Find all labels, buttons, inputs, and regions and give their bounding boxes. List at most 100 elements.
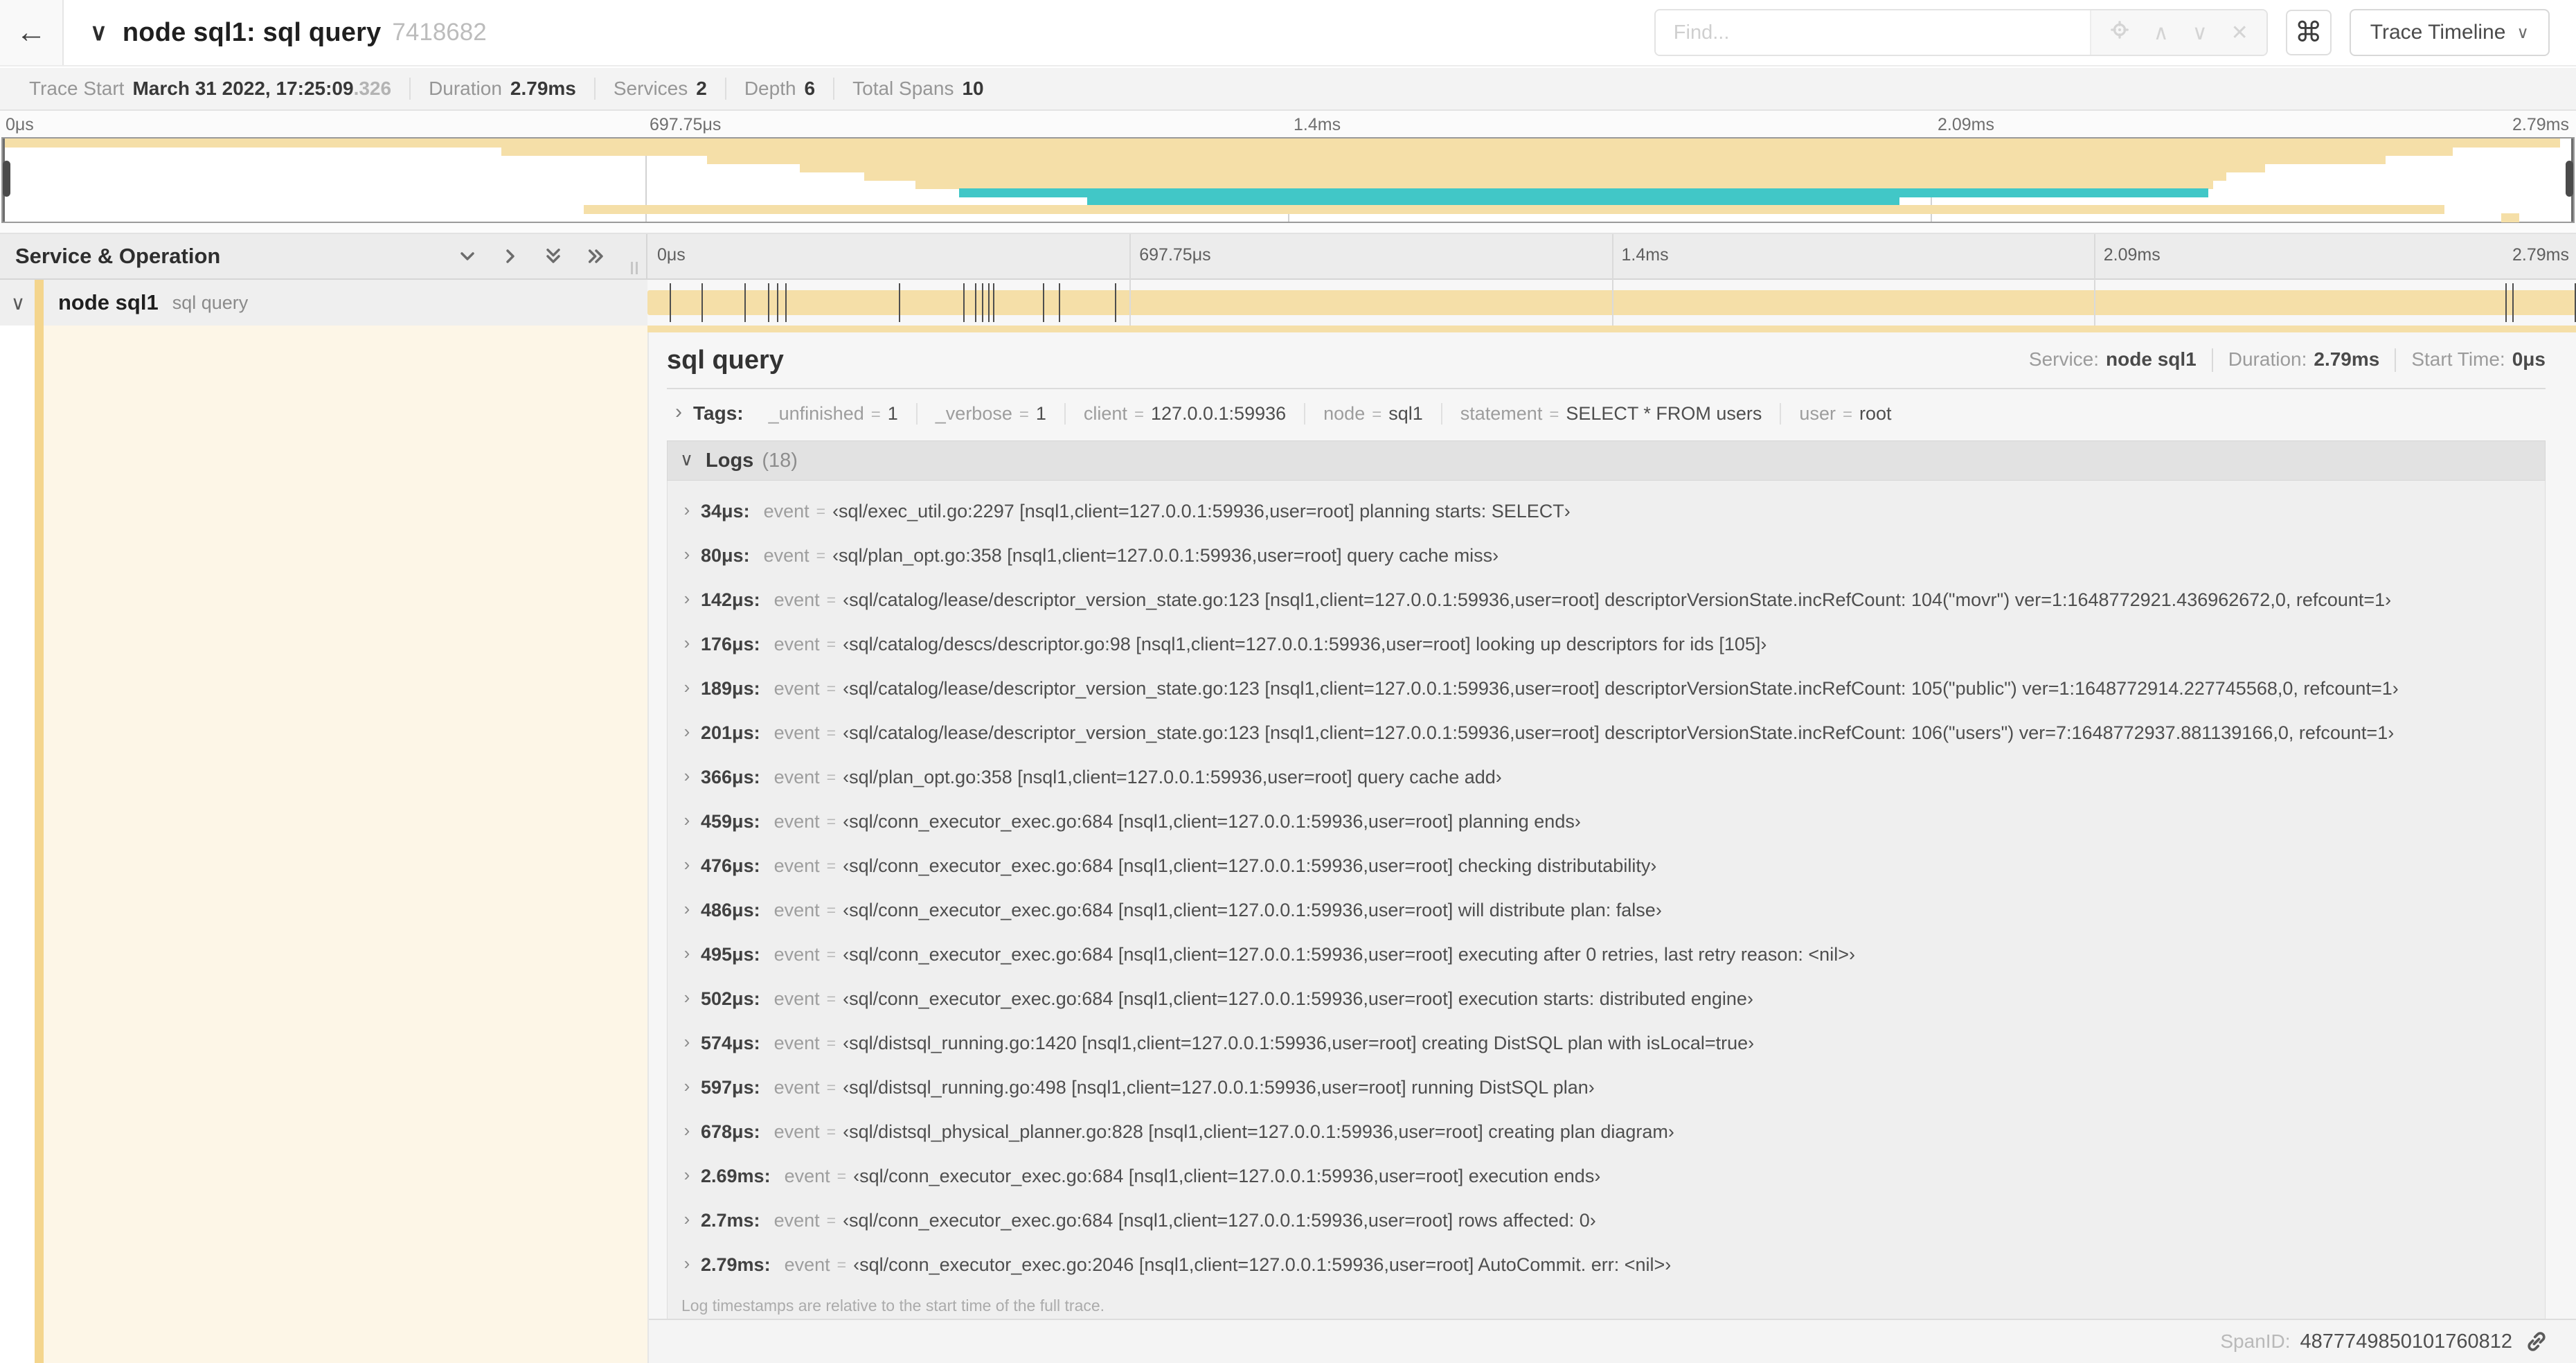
log-timestamp: 502μs: [701, 988, 760, 1009]
log-marker [963, 283, 965, 322]
range-scrubber-left-handle[interactable] [3, 161, 10, 197]
span-detail-left-gutter [0, 326, 647, 1363]
log-row[interactable]: › 495μs: event = ‹sql/conn_executor_exec.go:… [673, 932, 2545, 977]
chevron-right-icon: › [683, 499, 690, 520]
collapse-all-icon[interactable] [542, 245, 564, 267]
log-row[interactable]: › 678μs: event = ‹sql/distsql_physical_plann… [673, 1110, 2545, 1154]
log-marker [669, 283, 671, 322]
span-detail-panel: sql query Service: node sql1 Duration: 2… [647, 332, 2576, 1363]
chevron-right-icon: › [683, 942, 690, 963]
tag-key: _verbose [935, 402, 1012, 424]
view-selector-button[interactable]: Trace Timeline ∨ [2349, 9, 2550, 56]
log-field-key: event [773, 855, 820, 876]
log-marker [899, 283, 901, 322]
duration-value: 2.79ms [2314, 348, 2380, 370]
expand-one-icon[interactable] [499, 245, 521, 267]
log-row[interactable]: › 459μs: event = ‹sql/conn_executor_exec.go:… [673, 799, 2545, 844]
log-field-key: event [773, 722, 820, 743]
column-resizer-handle[interactable] [631, 262, 638, 274]
span-id-label: SpanID: [2220, 1330, 2291, 1352]
tag-key: node [1323, 402, 1366, 424]
log-field-value: ‹sql/conn_executor_exec.go:684 [nsql1,cl… [843, 1209, 1596, 1231]
log-row[interactable]: › 2.7ms: event = ‹sql/conn_executor_exec.go:… [673, 1198, 2545, 1242]
log-equals: = [826, 1211, 837, 1229]
tags-row[interactable]: › Tags: _unfinished = 1 _verbose = 1 client = 12… [667, 389, 2546, 438]
divider [2395, 348, 2397, 372]
tag-pill: node = sql1 [1304, 402, 1441, 425]
find-prev-icon[interactable]: ∧ [2154, 21, 2169, 45]
focus-target-icon[interactable] [2109, 19, 2130, 46]
minimap-span-bar [707, 155, 2386, 164]
collapse-one-icon[interactable] [456, 245, 478, 267]
log-row[interactable]: › 486μs: event = ‹sql/conn_executor_exec.go:… [673, 888, 2545, 932]
log-field-key: event [784, 1254, 830, 1275]
keyboard-shortcuts-button[interactable]: ⌘ [2285, 10, 2332, 55]
log-row[interactable]: › 2.79ms: event = ‹sql/conn_executor_exec.go… [673, 1242, 2545, 1287]
log-row[interactable]: › 574μs: event = ‹sql/distsql_running.go:142… [673, 1021, 2545, 1065]
meta-value: 6 [804, 78, 816, 99]
log-row[interactable]: › 2.69ms: event = ‹sql/conn_executor_exec.go… [673, 1154, 2545, 1198]
meta-value: 2.79ms [510, 78, 576, 99]
span-row-bar-cell[interactable] [647, 280, 2576, 326]
span-operation-name: sql query [172, 292, 249, 313]
expand-all-icon[interactable] [585, 245, 607, 267]
tag-value: 1 [887, 402, 898, 424]
log-row[interactable]: › 142μs: event = ‹sql/catalog/lease/descript… [673, 578, 2545, 622]
log-marker [1114, 283, 1116, 322]
log-marker [744, 283, 746, 322]
log-row[interactable]: › 80μs: event = ‹sql/plan_opt.go:358 [nsql1,… [673, 533, 2545, 578]
service-label: Service: [2028, 348, 2100, 370]
span-children-chevron-icon[interactable]: ∨ [0, 292, 36, 314]
chevron-right-icon: › [683, 543, 690, 564]
log-row[interactable]: › 176μs: event = ‹sql/catalog/descs/descript… [673, 622, 2545, 666]
log-timestamp: 486μs: [701, 899, 760, 920]
log-marker [776, 283, 778, 322]
trace-collapse-chevron-icon[interactable]: ∨ [90, 19, 107, 46]
log-timestamp: 574μs: [701, 1032, 760, 1053]
log-row[interactable]: › 366μs: event = ‹sql/plan_opt.go:358 [nsql1… [673, 755, 2545, 799]
chevron-right-icon: › [683, 1252, 690, 1274]
tick-label: 2.09ms [1938, 115, 1994, 134]
service-operation-title: Service & Operation [15, 244, 221, 268]
minimap-span-bar [864, 172, 2226, 181]
log-field-value: ‹sql/conn_executor_exec.go:684 [nsql1,cl… [843, 810, 1581, 832]
tick-label: 1.4ms [1621, 245, 1669, 265]
log-timestamp: 495μs: [701, 943, 760, 965]
log-row[interactable]: › 34μs: event = ‹sql/exec_util.go:2297 [nsql… [673, 489, 2545, 533]
tag-list: _unfinished = 1 _verbose = 1 client = 127.0.0.1:… [751, 402, 1910, 425]
find-input[interactable] [1655, 10, 2090, 55]
tag-value: 127.0.0.1:59936 [1150, 402, 1287, 424]
tag-equals: = [1019, 404, 1029, 424]
divider [2211, 348, 2213, 372]
span-detail-header: sql query Service: node sql1 Duration: 2… [667, 332, 2546, 388]
trace-title-wrap: ∨ node sql1: sql query 7418682 [90, 18, 487, 48]
log-row[interactable]: › 201μs: event = ‹sql/catalog/lease/descript… [673, 711, 2545, 755]
minimap-span-bar [2501, 213, 2520, 222]
collapse-controls [456, 245, 646, 267]
timeline-tick-labels: 0μs 697.75μs 1.4ms 2.09ms 2.79ms [647, 234, 2576, 278]
find-next-icon[interactable]: ∨ [2192, 21, 2208, 45]
span-duration-bar[interactable] [647, 283, 2576, 322]
minimap-canvas[interactable] [1, 137, 2575, 223]
log-row[interactable]: › 189μs: event = ‹sql/catalog/lease/descript… [673, 666, 2545, 711]
logs-header[interactable]: ∨ Logs (18) [667, 440, 2546, 481]
deep-link-icon[interactable] [2525, 1330, 2548, 1353]
log-row[interactable]: › 597μs: event = ‹sql/distsql_running.go:498… [673, 1065, 2545, 1110]
log-marker [2505, 283, 2507, 322]
log-field-value: ‹sql/conn_executor_exec.go:2046 [nsql1,c… [853, 1254, 1672, 1275]
span-row-name-cell[interactable]: ∨ node sql1 sql query [0, 280, 647, 326]
log-field-value: ‹sql/conn_executor_exec.go:684 [nsql1,cl… [843, 943, 1855, 965]
back-button[interactable]: ← [0, 0, 64, 65]
range-scrubber-right-handle[interactable] [2566, 161, 2573, 197]
log-row[interactable]: › 502μs: event = ‹sql/conn_executor_exec.go:… [673, 977, 2545, 1021]
log-marker [1058, 283, 1060, 322]
logs-title: Logs [706, 449, 754, 472]
log-field-key: event [773, 677, 820, 699]
log-equals: = [826, 723, 837, 742]
find-clear-icon[interactable]: ✕ [2231, 21, 2248, 45]
span-row[interactable]: ∨ node sql1 sql query [0, 280, 2576, 326]
start-time-label: Start Time: [2411, 348, 2505, 370]
log-row[interactable]: › 476μs: event = ‹sql/conn_executor_exec.go:… [673, 844, 2545, 888]
meta-label: Total Spans [852, 78, 954, 99]
trace-meta-items: Trace Start March 31 2022, 17:25:09.326 Du… [11, 78, 1002, 100]
